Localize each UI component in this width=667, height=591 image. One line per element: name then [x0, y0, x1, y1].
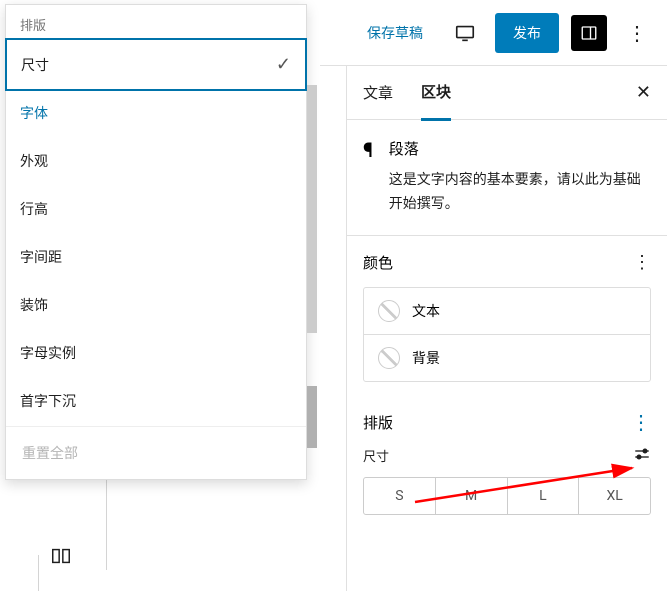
dropdown-item-size[interactable]: 尺寸 ✓ — [5, 38, 307, 91]
more-options-icon[interactable]: ⋮ — [619, 15, 655, 51]
typography-section: 排版 ⋮ 尺寸 S M L XL — [347, 398, 667, 531]
tab-post[interactable]: 文章 — [363, 66, 393, 119]
bg-color-swatch — [378, 347, 400, 369]
dropdown-item-letterspacing[interactable]: 字间距 — [6, 233, 306, 281]
color-section-title: 颜色 — [363, 252, 393, 273]
dropdown-item-decoration[interactable]: 装饰 — [6, 281, 306, 329]
connector-line — [106, 480, 107, 570]
dropdown-reset-all[interactable]: 重置全部 — [6, 427, 306, 479]
save-draft-button[interactable]: 保存草稿 — [355, 15, 435, 51]
dropdown-item-lettercase[interactable]: 字母实例 — [6, 329, 306, 377]
typography-section-title: 排版 — [363, 412, 393, 433]
settings-panel-toggle[interactable] — [571, 15, 607, 51]
block-info-panel: ¶ 段落 这是文字内容的基本要素，请以此为基础开始撰写。 — [347, 120, 667, 236]
text-color-swatch — [378, 300, 400, 322]
size-button-group: S M L XL — [363, 477, 651, 515]
sliders-icon[interactable] — [633, 445, 651, 467]
text-color-row[interactable]: 文本 — [364, 288, 650, 334]
color-section: 颜色 ⋮ 文本 背景 — [347, 236, 667, 398]
sidebar-tabs: 文章 区块 ✕ — [347, 66, 667, 120]
connector-line — [38, 555, 39, 591]
size-btn-s[interactable]: S — [364, 478, 436, 514]
size-btn-l[interactable]: L — [508, 478, 580, 514]
color-options-icon[interactable]: ⋮ — [633, 252, 651, 273]
columns-icon — [44, 541, 78, 571]
size-label: 尺寸 — [363, 446, 389, 465]
dropdown-title: 排版 — [6, 5, 306, 40]
preview-device-icon[interactable] — [447, 15, 483, 51]
dropdown-item-lineheight[interactable]: 行高 — [6, 185, 306, 233]
size-btn-xl[interactable]: XL — [579, 478, 650, 514]
dropdown-item-appearance[interactable]: 外观 — [6, 137, 306, 185]
editor-topbar: 保存草稿 发布 ⋮ — [320, 0, 667, 66]
dropdown-item-dropcap[interactable]: 首字下沉 — [6, 377, 306, 425]
publish-button[interactable]: 发布 — [495, 13, 559, 53]
scrollbar[interactable] — [307, 386, 317, 448]
tab-block[interactable]: 区块 — [421, 66, 451, 121]
typography-dropdown: 排版 尺寸 ✓ 字体 外观 行高 字间距 装饰 字母实例 首字下沉 重置全部 — [5, 4, 307, 480]
typography-options-icon[interactable]: ⋮ — [631, 412, 651, 432]
block-description: 这是文字内容的基本要素，请以此为基础开始撰写。 — [389, 169, 651, 217]
block-title: 段落 — [389, 138, 651, 159]
dropdown-item-font[interactable]: 字体 — [6, 89, 306, 137]
close-icon[interactable]: ✕ — [636, 82, 651, 103]
background-color-row[interactable]: 背景 — [364, 334, 650, 381]
size-btn-m[interactable]: M — [436, 478, 508, 514]
settings-sidebar: 文章 区块 ✕ ¶ 段落 这是文字内容的基本要素，请以此为基础开始撰写。 颜色 … — [346, 66, 667, 591]
check-icon: ✓ — [276, 54, 291, 75]
scrollbar[interactable] — [307, 85, 317, 333]
paragraph-icon: ¶ — [363, 138, 373, 217]
